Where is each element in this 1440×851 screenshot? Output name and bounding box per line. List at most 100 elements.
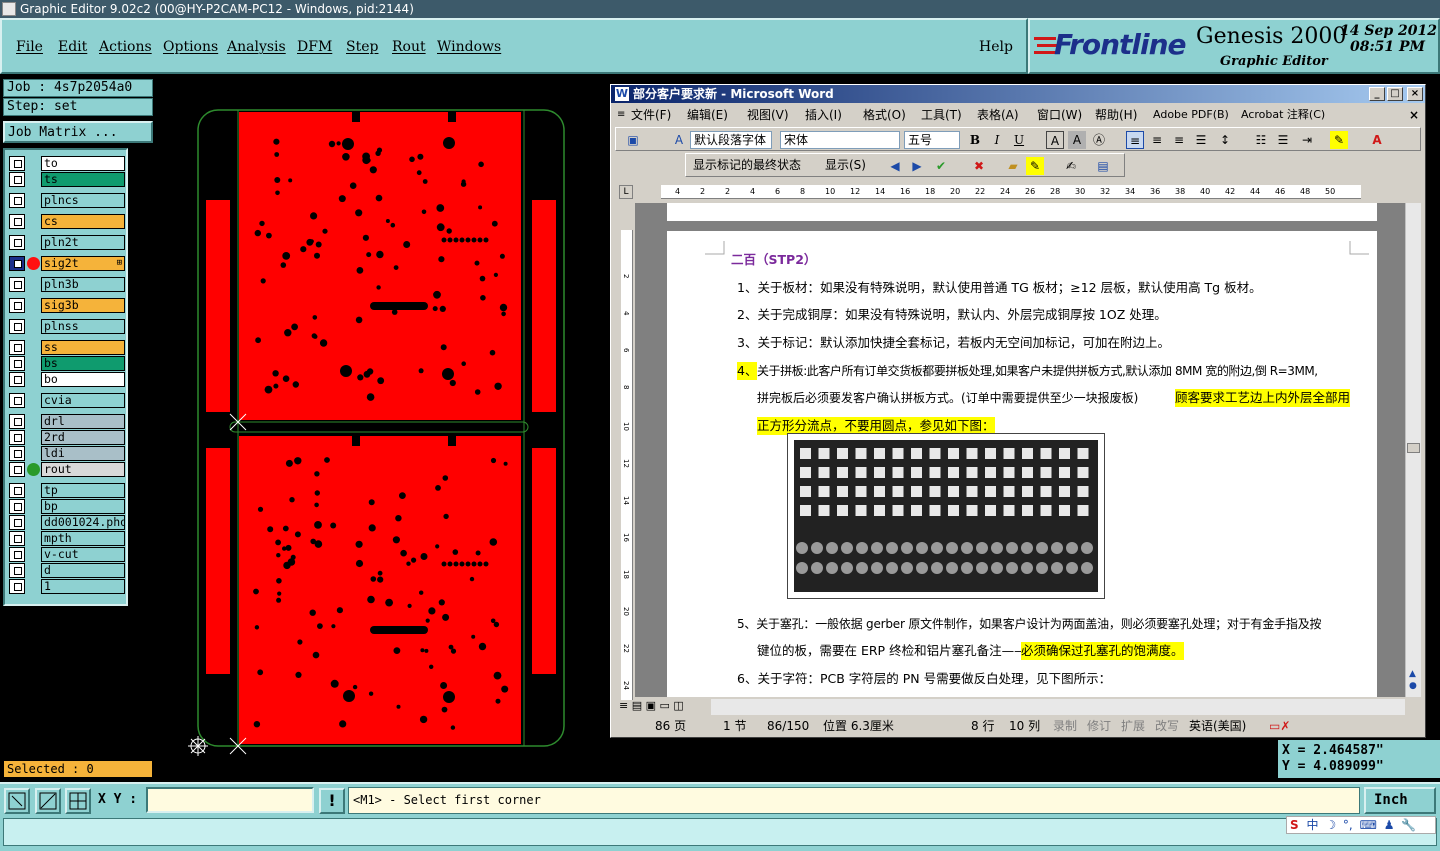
layer-name[interactable]: ts [41, 172, 125, 187]
ime-settings-icon[interactable]: 🔧 [1398, 818, 1416, 832]
panel-drawing[interactable] [156, 76, 608, 782]
layer-checkbox[interactable] [9, 563, 25, 578]
layer-checkbox[interactable] [9, 156, 25, 171]
status-input[interactable] [3, 818, 1437, 846]
layer-name[interactable]: mpth [41, 531, 125, 546]
layer-name[interactable]: 1 [41, 579, 125, 594]
menu-analysis[interactable]: Analysis [227, 39, 286, 55]
layer-row[interactable]: cs [9, 214, 127, 229]
layer-name[interactable]: pln3b [41, 277, 125, 292]
reviewing-pane-icon[interactable]: ▤ [1094, 157, 1112, 175]
layer-name[interactable]: to [41, 156, 125, 171]
layer-row[interactable]: ss [9, 340, 127, 355]
word-menu-window[interactable]: 窗口(W) [1037, 105, 1082, 125]
layer-row[interactable]: drl [9, 414, 127, 429]
layer-row[interactable]: d [9, 563, 127, 578]
document-page[interactable]: 二百（STP2） 1、关于板材：如果没有特殊说明，默认使用普通 TG 板材；≥1… [667, 231, 1377, 697]
layer-name[interactable]: bo [41, 372, 125, 387]
menu-help[interactable]: Help [979, 39, 1013, 55]
word-menu-insert[interactable]: 插入(I) [805, 105, 842, 125]
markup-combo[interactable]: 显示标记的最终状态 [690, 157, 820, 175]
units-selector[interactable]: Inch [1364, 787, 1436, 814]
bullets-icon[interactable]: ☰ [1274, 131, 1292, 149]
menu-actions[interactable]: Actions [99, 39, 152, 55]
char-shading-icon[interactable]: A [1068, 131, 1086, 149]
tab-selector-icon[interactable]: L [619, 185, 633, 199]
align-left-icon[interactable]: ≡ [1126, 131, 1144, 149]
menu-windows[interactable]: Windows [437, 39, 501, 55]
size-combo[interactable]: 五号 [904, 131, 960, 149]
layer-checkbox[interactable] [9, 319, 25, 334]
xy-input[interactable] [146, 787, 314, 813]
view-buttons-icon[interactable]: ≡ ▤ ▣ ▭ ◫ [619, 699, 684, 712]
layer-name[interactable]: plncs [41, 193, 125, 208]
layer-name[interactable]: v-cut [41, 547, 125, 562]
grid-icon[interactable] [65, 788, 91, 814]
word-menu-view[interactable]: 视图(V) [747, 105, 789, 125]
layer-checkbox[interactable] [9, 414, 25, 429]
char-border-icon[interactable]: A [1046, 131, 1064, 149]
spelling-status-icon[interactable]: ▭✗ [1269, 715, 1290, 737]
layer-row[interactable]: v-cut [9, 547, 127, 562]
layer-row[interactable]: ts [9, 172, 127, 187]
word-menu-file[interactable]: 文件(F) [631, 105, 671, 125]
indent-icon[interactable]: ⇥ [1298, 131, 1316, 149]
word-menu-help[interactable]: 帮助(H) [1095, 105, 1137, 125]
word-menu-format[interactable]: 格式(O) [863, 105, 906, 125]
layer-row[interactable]: pln3b [9, 277, 127, 292]
word-menu-edit[interactable]: 编辑(E) [687, 105, 728, 125]
ime-halfwidth-icon[interactable]: ☽ [1322, 818, 1336, 832]
save-icon[interactable]: ▣ [624, 131, 642, 149]
layer-row[interactable]: plnss [9, 319, 127, 334]
layer-name[interactable]: drl [41, 414, 125, 429]
layer-checkbox[interactable] [9, 235, 25, 250]
layer-name[interactable]: tp [41, 483, 125, 498]
layer-checkbox[interactable] [9, 483, 25, 498]
justify-icon[interactable]: ☰ [1192, 131, 1210, 149]
word-window[interactable]: W 部分客户要求新 - Microsoft Word _ □ × ≡ 文件(F)… [610, 84, 1426, 738]
layer-checkbox[interactable] [9, 256, 25, 271]
layer-name[interactable]: plnss [41, 319, 125, 334]
layer-name[interactable]: bp [41, 499, 125, 514]
layer-row[interactable]: 1 [9, 579, 127, 594]
layer-checkbox[interactable] [9, 340, 25, 355]
layer-row[interactable]: bs [9, 356, 127, 371]
status-extend[interactable]: 扩展 [1121, 715, 1145, 737]
ime-punct-icon[interactable]: °, [1340, 818, 1353, 832]
layer-checkbox[interactable] [9, 515, 25, 530]
layer-checkbox[interactable] [9, 547, 25, 562]
layer-name[interactable]: 2rd [41, 430, 125, 445]
layer-row[interactable]: plncs [9, 193, 127, 208]
reject-change-icon[interactable]: ✖ [970, 157, 988, 175]
word-close-button[interactable]: × [1407, 87, 1423, 101]
line-spacing-icon[interactable]: ↕ [1216, 131, 1234, 149]
char-scale-icon[interactable]: Ⓐ [1090, 131, 1108, 149]
layer-checkbox[interactable] [9, 172, 25, 187]
layer-row[interactable]: dd001024.pho [9, 515, 127, 530]
layer-name[interactable]: dd001024.pho [41, 515, 125, 530]
layer-name[interactable]: sig3b [41, 298, 125, 313]
layer-row[interactable]: to [9, 156, 127, 171]
highlight-changes-icon[interactable]: ✎ [1026, 157, 1044, 175]
word-minimize-button[interactable]: _ [1369, 87, 1385, 101]
menu-step[interactable]: Step [346, 39, 378, 55]
layer-name[interactable]: ss [41, 340, 125, 355]
word-menu-table[interactable]: 表格(A) [977, 105, 1019, 125]
menu-file[interactable]: File [16, 39, 43, 55]
layer-row[interactable]: pln2t [9, 235, 127, 250]
layer-name[interactable]: ldi [41, 446, 125, 461]
layer-checkbox[interactable] [9, 277, 25, 292]
layer-checkbox[interactable] [9, 430, 25, 445]
layer-row[interactable]: tp [9, 483, 127, 498]
ime-chinese-icon[interactable]: 中 [1302, 818, 1318, 832]
graphic-canvas[interactable] [156, 76, 608, 782]
word-menu-tools[interactable]: 工具(T) [921, 105, 962, 125]
layer-checkbox[interactable] [9, 462, 25, 477]
ime-skin-icon[interactable]: ♟ [1381, 818, 1395, 832]
align-right-icon[interactable]: ≡ [1170, 131, 1188, 149]
layer-checkbox[interactable] [9, 446, 25, 461]
show-menu[interactable]: 显示(S) [822, 157, 878, 175]
vertical-scrollbar[interactable]: ▲ ● [1405, 203, 1421, 697]
alert-icon[interactable]: ! [319, 788, 345, 814]
layer-checkbox[interactable] [9, 499, 25, 514]
